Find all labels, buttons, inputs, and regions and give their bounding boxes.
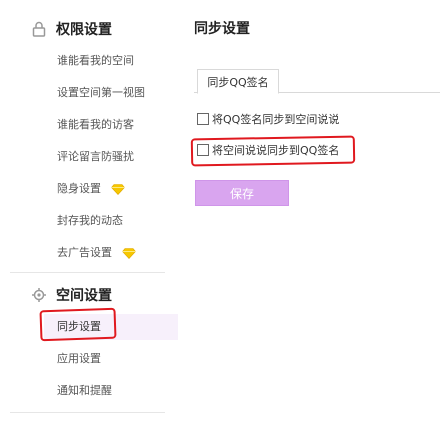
sidebar-item-invisible-settings[interactable]: 隐身设置 [57, 178, 125, 200]
sync-space-to-qq-option[interactable]: 将空间说说同步到QQ签名 [197, 142, 339, 158]
gear-icon [30, 286, 48, 304]
space-section-header: 空间设置 [30, 283, 112, 307]
sidebar-item-label: 去广告设置 [57, 246, 112, 259]
sidebar-item-first-view[interactable]: 设置空间第一视图 [57, 82, 145, 104]
sync-space-to-qq-checkbox[interactable] [197, 144, 209, 156]
sidebar-item-sync-settings[interactable]: 同步设置 [44, 314, 178, 340]
sidebar-item-label: 设置空间第一视图 [57, 86, 145, 99]
permissions-section-header: 权限设置 [30, 17, 112, 41]
tab-sync-qq-signature[interactable]: 同步QQ签名 [197, 69, 279, 94]
option-label: 将空间说说同步到QQ签名 [212, 144, 340, 157]
page-title: 同步设置 [194, 21, 250, 37]
sidebar-item-label: 同步设置 [57, 320, 101, 333]
diamond-icon [122, 247, 136, 259]
sidebar-item-label: 通知和提醒 [57, 384, 112, 397]
sidebar-item-ad-removal[interactable]: 去广告设置 [57, 242, 136, 264]
sidebar-item-who-can-view-visitors[interactable]: 谁能看我的访客 [57, 114, 134, 136]
sidebar-item-label: 谁能看我的访客 [57, 118, 134, 131]
settings-sidebar: 权限设置 谁能看我的空间 设置空间第一视图 谁能看我的访客 评论留言防骚扰 隐身… [0, 0, 178, 422]
sidebar-item-notifications[interactable]: 通知和提醒 [57, 380, 112, 402]
sidebar-divider [10, 412, 165, 413]
sidebar-divider [10, 272, 165, 273]
sidebar-item-who-can-view-space[interactable]: 谁能看我的空间 [57, 50, 134, 72]
sync-qq-to-space-option[interactable]: 将QQ签名同步到空间说说 [197, 111, 339, 127]
option-label: 将QQ签名同步到空间说说 [212, 113, 340, 126]
save-button[interactable]: 保存 [195, 180, 289, 206]
sidebar-item-label: 封存我的动态 [57, 214, 123, 227]
diamond-icon [111, 183, 125, 195]
sidebar-item-label: 评论留言防骚扰 [57, 150, 134, 163]
sidebar-item-app-settings[interactable]: 应用设置 [57, 348, 101, 370]
sidebar-item-label: 应用设置 [57, 352, 101, 365]
permissions-section-title: 权限设置 [56, 22, 112, 38]
lock-icon [30, 20, 48, 38]
space-section-title: 空间设置 [56, 288, 112, 304]
sync-qq-to-space-checkbox[interactable] [197, 113, 209, 125]
sidebar-item-archive-activity[interactable]: 封存我的动态 [57, 210, 123, 232]
sidebar-item-label: 隐身设置 [57, 182, 101, 195]
sidebar-item-label: 谁能看我的空间 [57, 54, 134, 67]
sidebar-item-anti-harassment[interactable]: 评论留言防骚扰 [57, 146, 134, 168]
